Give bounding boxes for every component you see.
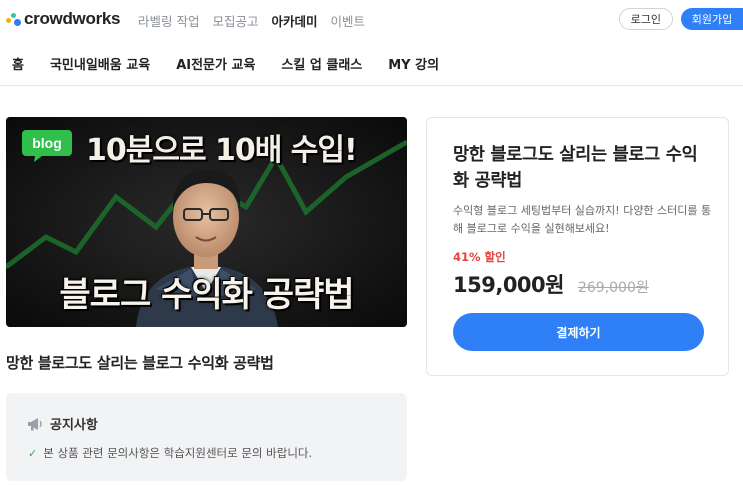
login-button[interactable]: 로그인 [618,8,673,30]
course-thumbnail: blog 10분으로 10배 수입! 블로그 수익화 공략법 [6,117,407,327]
pay-button[interactable]: 결제하기 [453,313,704,351]
original-price: 269,000원 [577,280,649,296]
discount-label: 41% 할인 [453,250,506,264]
thumbnail-subline: 블로그 수익화 공략법 [59,275,354,315]
logo-mark-icon [6,11,22,27]
notice-item: ✓ 본 상품 관련 문의사항은 학습지원센터로 문의 바랍니다. [28,445,312,461]
academy-sub-nav: 홈 국민내일배움 교육 AI전문가 교육 스킬 업 클래스 MY 강의 [0,40,743,86]
purchase-card: 망한 블로그도 살리는 블로그 수익화 공략법 수익형 블로그 세팅법부터 실습… [426,117,729,376]
notice-header: 공지사항 [26,414,98,433]
blog-badge-text: blog [32,135,62,151]
sub-nav-item-home[interactable]: 홈 [12,54,24,73]
blog-badge-icon: blog [22,130,72,162]
megaphone-icon [28,417,42,430]
top-bar: crowdworks 라벨링 작업 모집공고 아카데미 이벤트 로그인 회원가입 [0,0,743,40]
sub-nav-item-ai-expert[interactable]: AI전문가 교육 [176,54,255,73]
sub-nav-item-national-training[interactable]: 국민내일배움 교육 [50,54,150,73]
course-title: 망한 블로그도 살리는 블로그 수익화 공략법 [6,354,274,372]
top-nav-item-labeling[interactable]: 라벨링 작업 [138,11,199,30]
notice-item-text: 본 상품 관련 문의사항은 학습지원센터로 문의 바랍니다. [43,446,313,460]
brand-logo[interactable]: crowdworks [6,9,121,29]
sale-price: 159,000원 [453,273,564,297]
top-nav-item-event[interactable]: 이벤트 [331,11,366,30]
top-nav: 라벨링 작업 모집공고 아카데미 이벤트 [138,11,365,30]
sub-nav-item-my-courses[interactable]: MY 강의 [388,54,439,73]
check-icon: ✓ [28,446,38,460]
purchase-card-title: 망한 블로그도 살리는 블로그 수익화 공략법 [453,145,698,191]
notice-box: 공지사항 ✓ 본 상품 관련 문의사항은 학습지원센터로 문의 바랍니다. [6,393,407,481]
top-nav-item-recruit[interactable]: 모집공고 [212,11,258,30]
auth-buttons: 로그인 회원가입 [618,8,743,30]
thumbnail-headline: 10분으로 10배 수입! [86,133,358,168]
brand-name: crowdworks [24,9,121,28]
signup-button[interactable]: 회원가입 [681,8,743,30]
notice-heading: 공지사항 [50,418,98,433]
purchase-card-description: 수익형 블로그 세팅법부터 실습까지! 다양한 스터디를 통해 블로그로 수익을… [453,204,712,235]
sub-nav-item-skill-up[interactable]: 스킬 업 클래스 [281,54,362,73]
top-nav-item-academy[interactable]: 아카데미 [272,11,318,30]
price-row: 159,000원 269,000원 [453,269,649,299]
